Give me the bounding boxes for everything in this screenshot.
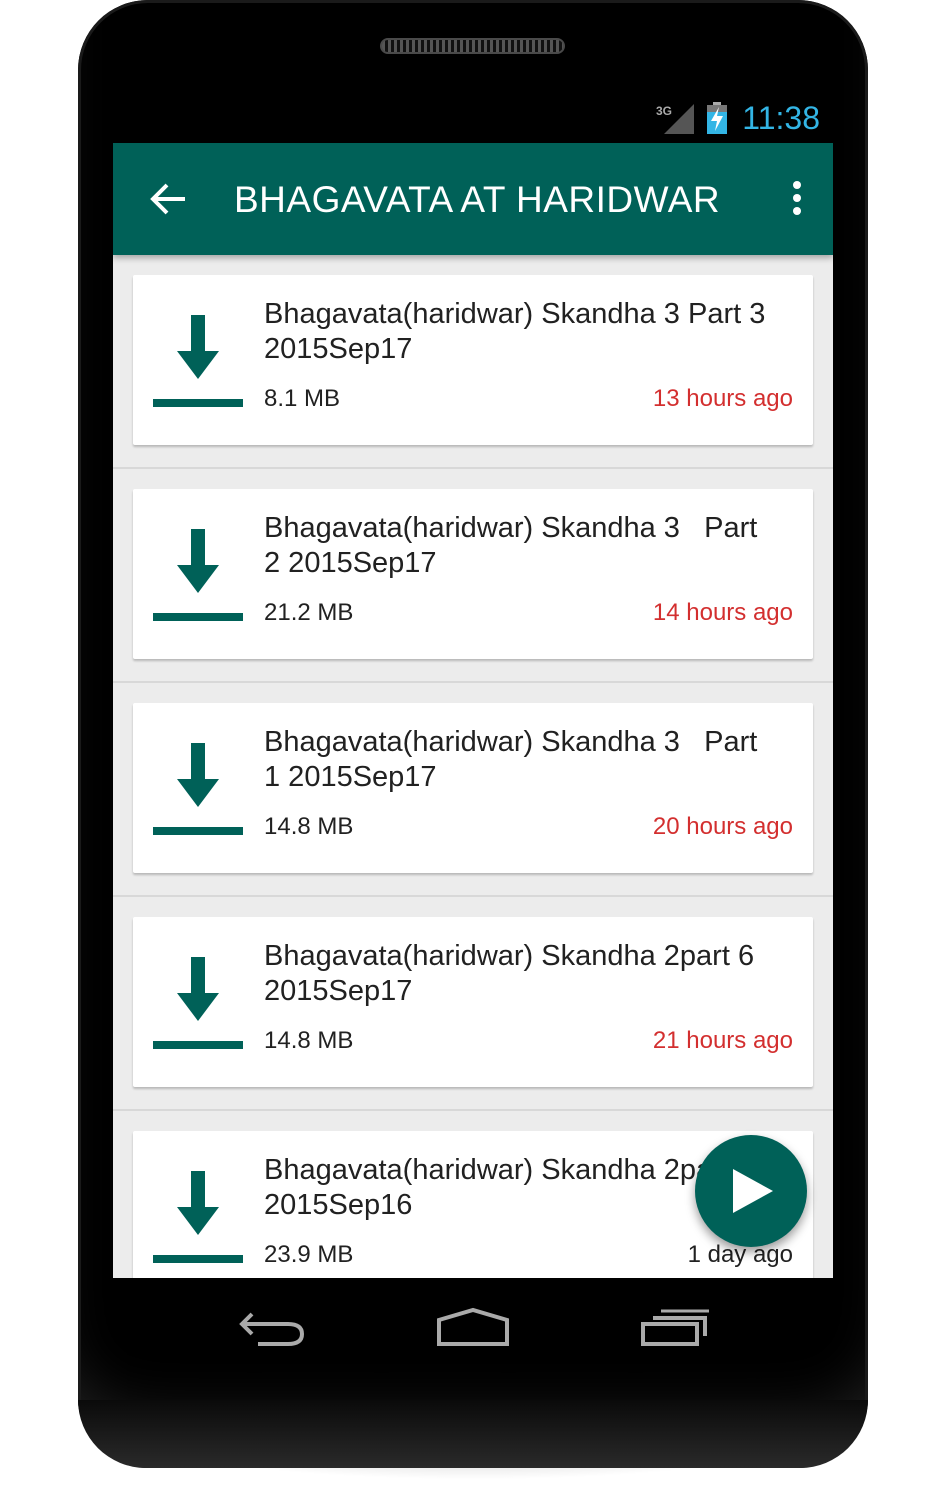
more-vert-dot: [793, 207, 801, 215]
signal-3g-icon: 3G: [656, 104, 694, 134]
download-card[interactable]: Bhagavata(haridwar) Skandha 3 Part 3 201…: [133, 275, 813, 445]
back-button[interactable]: [149, 181, 189, 217]
item-size: 8.1 MB: [264, 385, 341, 412]
download-list[interactable]: Bhagavata(haridwar) Skandha 3 Part 3 201…: [113, 255, 833, 1278]
download-card[interactable]: Bhagavata(haridwar) Skandha 2part 6 2015…: [133, 917, 813, 1087]
item-size: 23.9 MB: [264, 1241, 354, 1268]
download-icon: [153, 1171, 243, 1263]
more-vert-dot: [793, 194, 801, 202]
phone-chin: [78, 1400, 868, 1468]
play-icon: [733, 1169, 773, 1213]
network-label: 3G: [656, 104, 672, 118]
item-title: Bhagavata(haridwar) Skandha 2part 6 2015…: [264, 940, 755, 1007]
status-bar: 3G 11:38: [113, 88, 833, 143]
item-size: 21.2 MB: [264, 599, 354, 626]
download-icon: [153, 529, 243, 621]
app-bar: BHAGAVATA AT HARIDWAR: [113, 143, 833, 255]
earpiece-speaker: [380, 38, 565, 54]
download-card[interactable]: Bhagavata(haridwar) Skandha 3 Part 1 201…: [133, 703, 813, 873]
item-time: 21 hours ago: [652, 1027, 793, 1054]
nav-home-icon[interactable]: [435, 1306, 511, 1348]
play-fab-button[interactable]: [695, 1135, 807, 1247]
download-icon: [153, 957, 243, 1049]
nav-recents-icon[interactable]: [639, 1306, 711, 1348]
item-time: 13 hours ago: [652, 385, 793, 412]
item-title: Bhagavata(haridwar) Skandha 3 Part 3 201…: [264, 298, 766, 365]
item-title: Bhagavata(haridwar) Skandha 3 Part 2 201…: [264, 512, 758, 579]
list-item: Bhagavata(haridwar) Skandha 3 Part 2 201…: [113, 469, 833, 683]
page-title: BHAGAVATA AT HARIDWAR: [234, 179, 721, 220]
system-nav-bar: [113, 1278, 833, 1388]
more-vert-icon: [793, 181, 801, 189]
download-icon: [153, 315, 243, 407]
download-card[interactable]: Bhagavata(haridwar) Skandha 3 Part 2 201…: [133, 489, 813, 659]
nav-back-icon[interactable]: [238, 1306, 308, 1350]
item-time: 20 hours ago: [652, 813, 793, 840]
item-size: 14.8 MB: [264, 813, 354, 840]
overflow-menu-button[interactable]: [788, 181, 806, 221]
list-item: Bhagavata(haridwar) Skandha 3 Part 1 201…: [113, 683, 833, 897]
screen: 3G 11:38 BHAGAVATA AT HARIDWAR Bhagavata…: [113, 88, 833, 1278]
item-time: 14 hours ago: [652, 599, 793, 626]
status-clock: 11:38: [742, 100, 820, 136]
item-title: Bhagavata(haridwar) Skandha 3 Part 1 201…: [264, 726, 758, 793]
battery-charging-icon: [707, 102, 727, 134]
list-item: Bhagavata(haridwar) Skandha 2part 6 2015…: [113, 897, 833, 1111]
list-item: Bhagavata(haridwar) Skandha 3 Part 3 201…: [113, 255, 833, 469]
arrow-left-icon: [150, 183, 185, 215]
download-icon: [153, 743, 243, 835]
item-size: 14.8 MB: [264, 1027, 354, 1054]
